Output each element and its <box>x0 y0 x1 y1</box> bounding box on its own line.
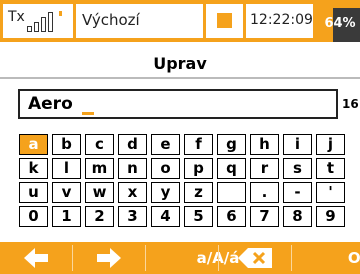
key-4[interactable]: 4 <box>151 206 180 227</box>
key-y[interactable]: y <box>151 182 180 203</box>
key-c[interactable]: c <box>85 134 114 155</box>
key-symbol[interactable]: - <box>283 182 312 203</box>
key-p[interactable]: p <box>184 158 213 179</box>
backspace-button[interactable] <box>219 242 291 274</box>
battery-indicator: 64% <box>316 4 360 42</box>
key-d[interactable]: d <box>118 134 147 155</box>
status-bar: Tx Výchozí 12:22:09 64% <box>0 0 360 42</box>
key-1[interactable]: 1 <box>52 206 81 227</box>
tx-signal-indicator: Tx <box>3 4 73 38</box>
case-toggle-button[interactable]: a/A/á <box>146 242 240 274</box>
indicator-square-icon <box>217 13 232 28</box>
key-x[interactable]: x <box>118 182 147 203</box>
key-f[interactable]: f <box>184 134 213 155</box>
key-5[interactable]: 5 <box>184 206 213 227</box>
title-divider <box>0 77 360 79</box>
key-7[interactable]: 7 <box>250 206 279 227</box>
arrow-right-icon <box>97 248 121 268</box>
key-h[interactable]: h <box>250 134 279 155</box>
key-i[interactable]: i <box>283 134 312 155</box>
key-a[interactable]: a <box>19 134 48 155</box>
key-u[interactable]: u <box>19 182 48 203</box>
key-9[interactable]: 9 <box>316 206 345 227</box>
key-s[interactable]: s <box>283 158 312 179</box>
key-q[interactable]: q <box>217 158 246 179</box>
input-value: Aero <box>28 94 73 114</box>
key-6[interactable]: 6 <box>217 206 246 227</box>
profile-name: Výchozí <box>76 4 203 38</box>
on-screen-keyboard: a b c d e f g h i j k l m n o p q r s t u v w x y z. - ' 0 1 2 3 4 5 6 7 8 9 <box>19 134 353 230</box>
arrow-left-icon <box>24 248 48 268</box>
key-8[interactable]: 8 <box>283 206 312 227</box>
cursor-left-button[interactable] <box>0 242 72 274</box>
battery-percent: 64% <box>324 16 356 31</box>
key-k[interactable]: k <box>19 158 48 179</box>
key-2[interactable]: 2 <box>85 206 114 227</box>
signal-bars-icon <box>27 8 62 32</box>
time-label: 12:22:09 <box>250 12 313 28</box>
clock: 12:22:09 <box>246 4 313 38</box>
ok-button[interactable]: OK <box>292 242 360 274</box>
text-cursor <box>82 112 94 115</box>
profile-label: Výchozí <box>82 11 140 29</box>
key-3[interactable]: 3 <box>118 206 147 227</box>
tx-label: Tx <box>8 9 25 25</box>
key-z[interactable]: z <box>184 182 213 203</box>
char-count: 16 <box>342 97 359 111</box>
key-r[interactable]: r <box>250 158 279 179</box>
key-o[interactable]: o <box>151 158 180 179</box>
footer-bar: a/A/á OK <box>0 242 360 274</box>
key-n[interactable]: n <box>118 158 147 179</box>
key-g[interactable]: g <box>217 134 246 155</box>
key-j[interactable]: j <box>316 134 345 155</box>
key-t[interactable]: t <box>316 158 345 179</box>
key-symbol[interactable]: ' <box>316 182 345 203</box>
key-v[interactable]: v <box>52 182 81 203</box>
key-space[interactable] <box>217 182 246 203</box>
backspace-icon <box>238 248 272 268</box>
key-e[interactable]: e <box>151 134 180 155</box>
name-input[interactable]: Aero <box>18 89 338 119</box>
ok-label: OK <box>347 249 360 267</box>
key-m[interactable]: m <box>85 158 114 179</box>
page-title: Uprav <box>153 54 207 73</box>
key-b[interactable]: b <box>52 134 81 155</box>
key-symbol[interactable]: . <box>250 182 279 203</box>
status-indicator <box>206 4 243 38</box>
key-l[interactable]: l <box>52 158 81 179</box>
key-w[interactable]: w <box>85 182 114 203</box>
key-0[interactable]: 0 <box>19 206 48 227</box>
cursor-right-button[interactable] <box>73 242 145 274</box>
